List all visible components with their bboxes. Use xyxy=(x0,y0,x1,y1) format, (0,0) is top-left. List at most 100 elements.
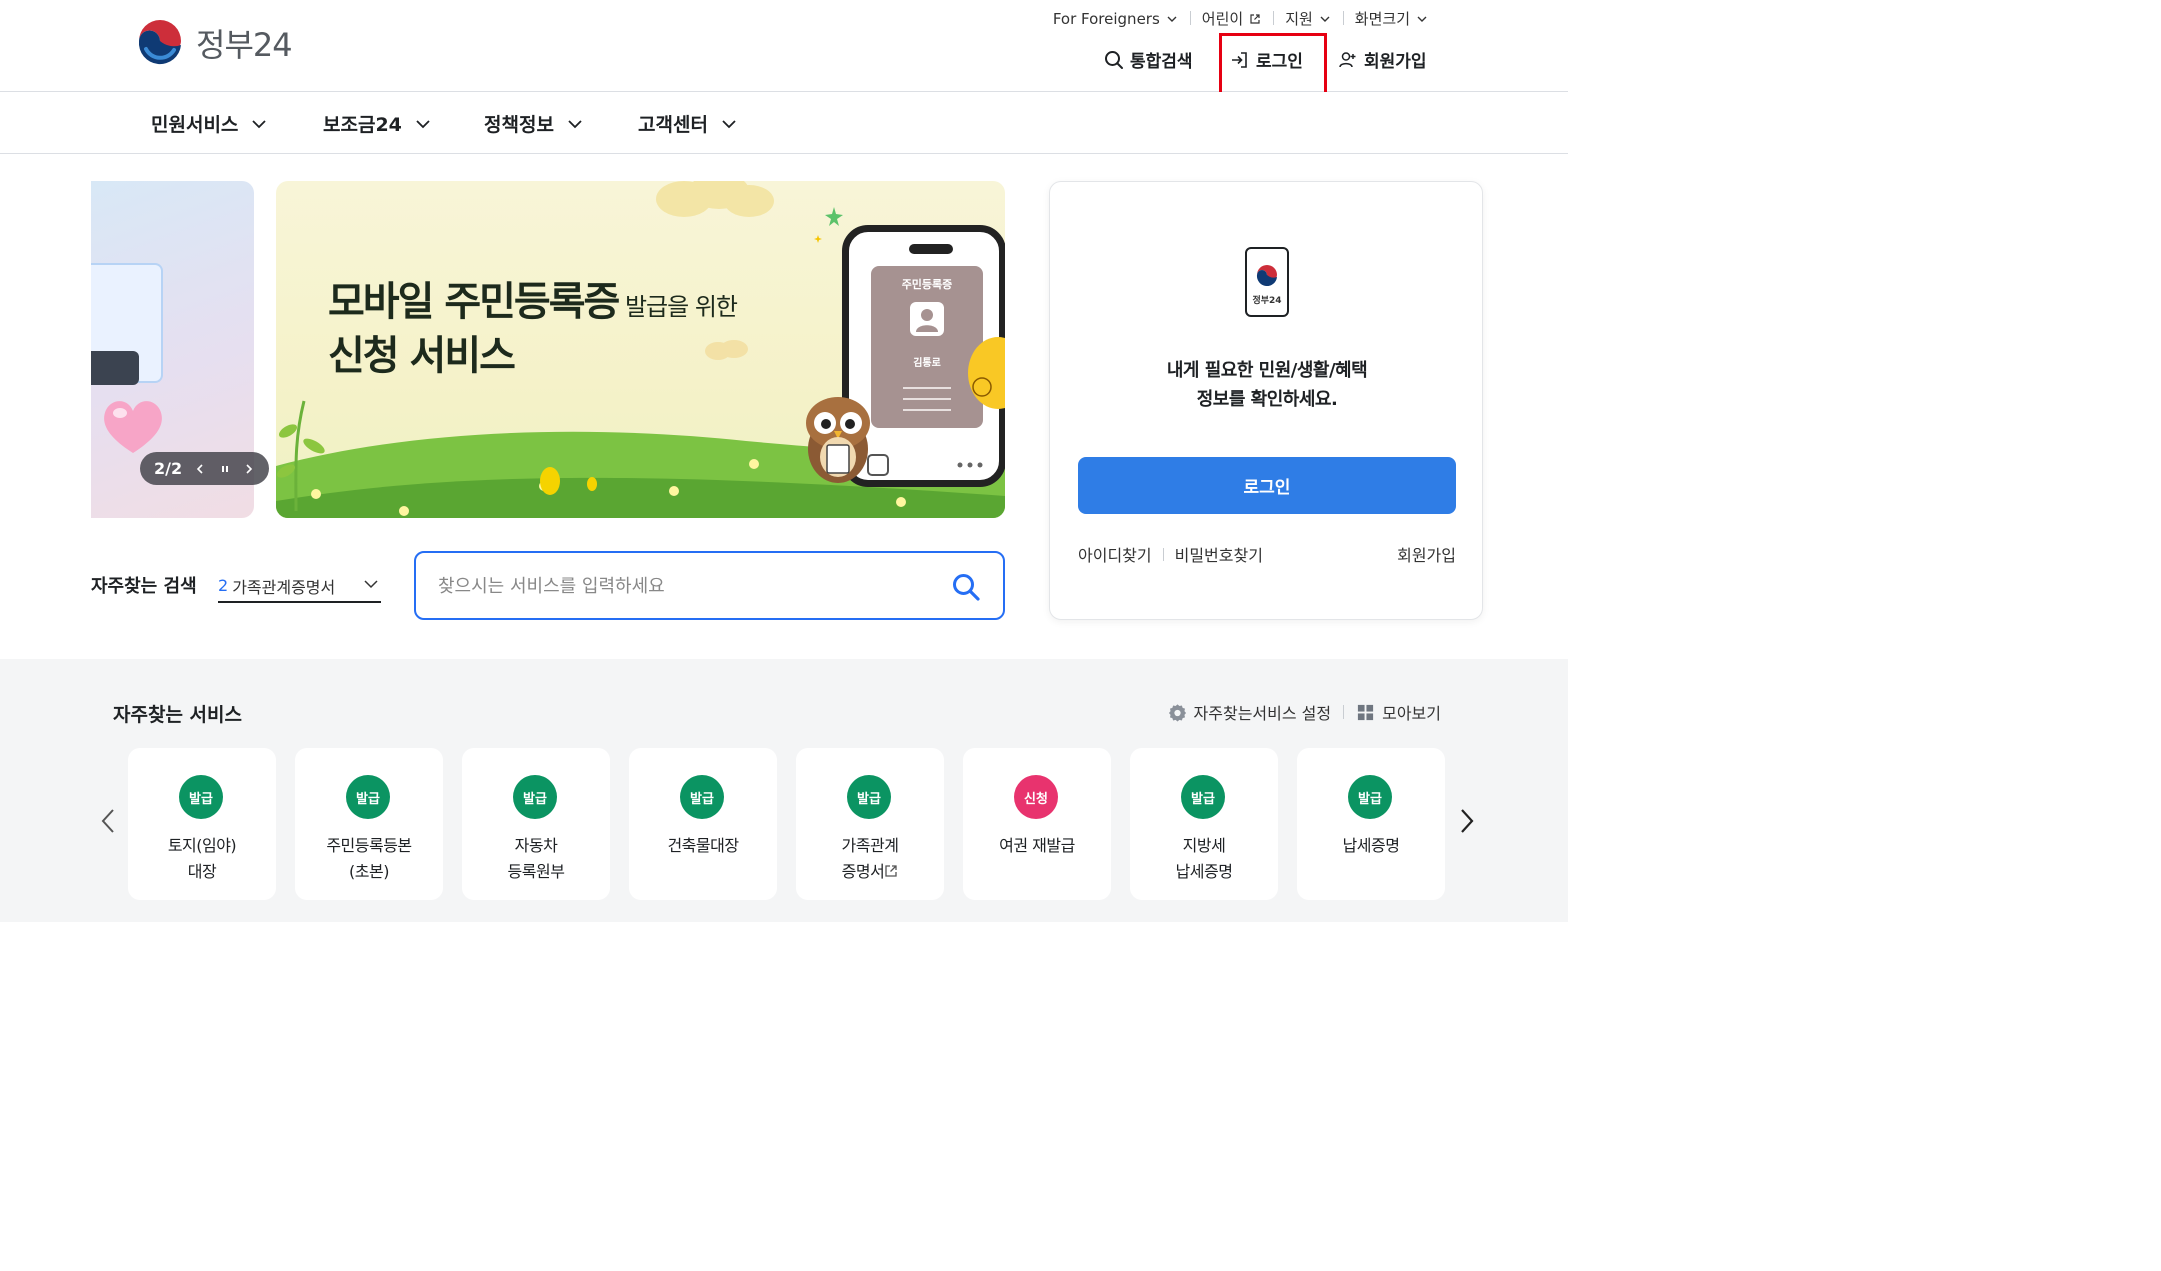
divider xyxy=(1343,705,1345,719)
nav-subsidy24-label: 보조금24 xyxy=(323,114,402,136)
sparkle-icon xyxy=(814,207,843,243)
login-card: 정부24 내게 필요한 민원/생활/혜택 정보를 확인하세요. 로그인 아이디찾… xyxy=(1049,181,1483,620)
nav-customer-center[interactable]: 고객센터 xyxy=(638,110,738,137)
service-badge: 발급 xyxy=(346,775,390,819)
signup-button-header[interactable]: 회원가입 xyxy=(1338,47,1427,72)
nav-customer-center-label: 고객센터 xyxy=(638,114,708,136)
service-card[interactable]: 발급 주민등록등본 (초본) xyxy=(295,748,443,900)
banner-page-indicator: 2/2 xyxy=(154,459,183,478)
nav-civil-service-label: 민원서비스 xyxy=(151,114,239,136)
service-card[interactable]: 발급 건축물대장 xyxy=(629,748,777,900)
banner-next-button[interactable] xyxy=(243,463,255,475)
cloud-illustration xyxy=(656,181,774,217)
signup-label: 회원가입 xyxy=(1364,52,1427,72)
chevron-right-icon xyxy=(246,463,253,474)
service-name: 납세증명 xyxy=(1297,833,1445,859)
service-badge: 발급 xyxy=(847,775,891,819)
service-badge: 발급 xyxy=(1181,775,1225,819)
main-navigation: 민원서비스 보조금24 정책정보 고객센터 xyxy=(0,92,1568,154)
banner-slide-current[interactable]: 모바일 주민등록증 발급을 위한 신청 서비스 주민등록증 김통로 xyxy=(276,181,1005,518)
frequent-search-rank: 2 xyxy=(218,576,229,595)
pause-icon xyxy=(221,465,228,472)
service-card[interactable]: 발급 자동차 등록원부 xyxy=(462,748,610,900)
search-icon[interactable] xyxy=(951,572,981,602)
banner-title-line2: 신청 서비스 xyxy=(328,333,516,379)
service-name-line1: 주민등록등본 xyxy=(326,836,412,855)
for-foreigners-label: For Foreigners xyxy=(1052,9,1160,28)
banner-title-bold: 모바일 주민등록증 xyxy=(328,279,620,325)
service-name: 여권 재발급 xyxy=(963,833,1111,859)
service-card[interactable]: 발급 토지(임야) 대장 xyxy=(128,748,276,900)
frequent-search-label: 자주찾는 검색 xyxy=(91,576,197,597)
chevron-left-icon[interactable] xyxy=(98,807,118,835)
for-foreigners-menu[interactable]: For Foreigners xyxy=(1041,10,1190,28)
more-dots-icon xyxy=(957,462,983,468)
frequent-services-tools: 자주찾는서비스 설정 모아보기 xyxy=(1168,700,1441,724)
find-id-link[interactable]: 아이디찾기 xyxy=(1078,542,1152,566)
login-card-links: 아이디찾기 비밀번호찾기 회원가입 xyxy=(1078,542,1456,566)
external-link-icon xyxy=(1250,13,1260,24)
chevron-right-icon[interactable] xyxy=(1457,807,1477,835)
logo[interactable]: 정부24 xyxy=(134,18,293,68)
integrated-search-button[interactable]: 통합검색 xyxy=(1104,47,1193,72)
chevron-down-icon xyxy=(364,580,378,589)
taegeuk-logo-icon xyxy=(137,20,183,66)
service-card[interactable]: 발급 가족관계 증명서 xyxy=(796,748,944,900)
banner-pause-button[interactable] xyxy=(219,463,231,475)
heart-illustration-icon xyxy=(104,401,162,453)
gov24-app-icon: 정부24 xyxy=(1245,247,1289,317)
nav-policy-info-label: 정책정보 xyxy=(484,114,554,136)
nav-policy-info[interactable]: 정책정보 xyxy=(484,110,584,137)
logo-text: 정부24 xyxy=(196,26,293,64)
service-name-line2: (초본) xyxy=(349,862,389,881)
chevron-down-icon xyxy=(1167,16,1177,22)
service-name: 토지(임야) 대장 xyxy=(128,833,276,885)
chevron-down-icon xyxy=(416,119,430,128)
service-name-line1: 납세증명 xyxy=(1342,836,1400,855)
search-icon xyxy=(1105,50,1123,69)
support-menu[interactable]: 지원 xyxy=(1273,8,1343,29)
chevron-down-icon xyxy=(568,119,582,128)
collect-view-label: 모아보기 xyxy=(1382,704,1441,723)
nav-subsidy24[interactable]: 보조금24 xyxy=(323,110,432,137)
kids-label: 어린이 xyxy=(1201,10,1244,28)
phone-notch xyxy=(909,244,953,254)
signup-link[interactable]: 회원가입 xyxy=(1397,542,1456,566)
banner-dark-panel xyxy=(91,351,139,385)
service-card[interactable]: 발급 납세증명 xyxy=(1297,748,1445,900)
service-card[interactable]: 발급 지방세 납세증명 xyxy=(1130,748,1278,900)
settings-label: 자주찾는서비스 설정 xyxy=(1193,704,1332,723)
service-name-line1: 자동차 xyxy=(514,836,558,855)
external-link-icon xyxy=(885,865,897,877)
collect-view-button[interactable]: 모아보기 xyxy=(1356,700,1441,724)
integrated-search-label: 통합검색 xyxy=(1130,52,1193,72)
person-icon xyxy=(910,302,944,336)
nav-civil-service[interactable]: 민원서비스 xyxy=(151,110,268,137)
frequent-search-select[interactable]: 2 가족관계증명서 xyxy=(218,570,381,603)
gov24-app-text: 정부24 xyxy=(1252,296,1282,306)
service-name-line1: 여권 재발급 xyxy=(999,836,1075,855)
find-password-link[interactable]: 비밀번호찾기 xyxy=(1175,542,1263,566)
owl-character-illustration xyxy=(806,397,870,483)
kids-link[interactable]: 어린이 xyxy=(1189,8,1273,29)
service-name: 지방세 납세증명 xyxy=(1130,833,1278,885)
service-badge: 발급 xyxy=(513,775,557,819)
service-name-line1: 가족관계 xyxy=(841,836,899,855)
banner-prev-button[interactable] xyxy=(194,463,206,475)
screen-size-menu[interactable]: 화면크기 xyxy=(1342,8,1440,29)
frequent-search-value: 가족관계증명서 xyxy=(232,577,336,597)
service-badge: 발급 xyxy=(1348,775,1392,819)
login-card-message-line1: 내게 필요한 민원/생활/혜택 xyxy=(1166,360,1368,381)
frequent-services-section: 자주찾는 서비스 자주찾는서비스 설정 모아보기 발급 토지(임야) 대장 발급 xyxy=(0,659,1568,922)
taegeuk-logo-icon xyxy=(1256,265,1277,287)
user-add-icon xyxy=(1339,51,1356,67)
chevron-down-icon xyxy=(252,119,267,128)
service-card[interactable]: 신청 여권 재발급 xyxy=(963,748,1111,900)
frequent-services-settings-button[interactable]: 자주찾는서비스 설정 xyxy=(1168,700,1332,724)
service-search-input[interactable] xyxy=(436,569,936,603)
small-cloud-illustration xyxy=(705,340,748,360)
login-button[interactable]: 로그인 xyxy=(1078,457,1456,514)
id-card-label: 주민등록증 xyxy=(901,278,953,291)
service-name: 주민등록등본 (초본) xyxy=(295,833,443,885)
service-name-line1: 건축물대장 xyxy=(667,836,739,855)
